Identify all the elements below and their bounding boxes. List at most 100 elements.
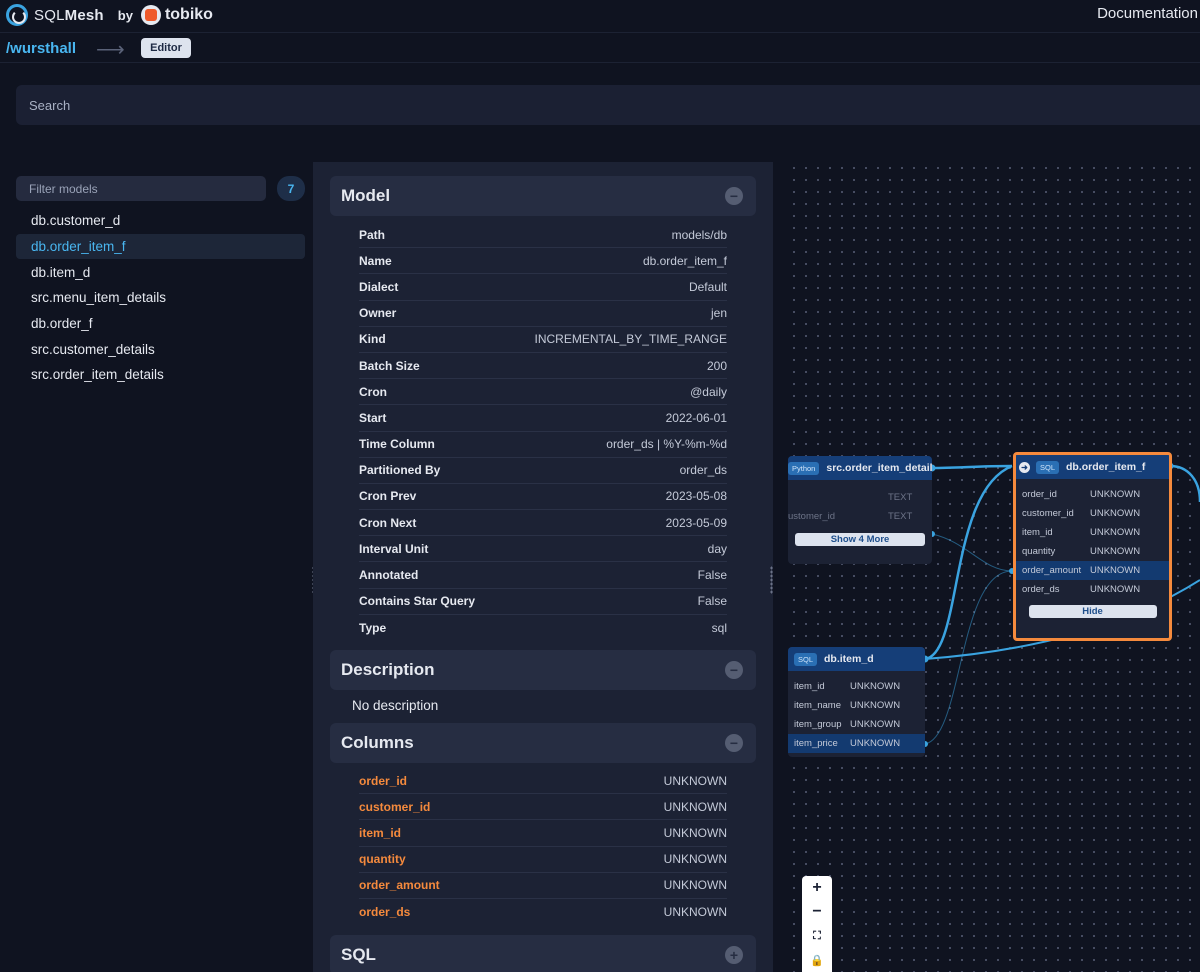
column-name[interactable]: order_id [359, 774, 407, 788]
model-list-item[interactable]: db.order_item_f [16, 233, 305, 260]
property-value: order_ds | %Y-%m-%d [606, 437, 727, 452]
node-column-row[interactable]: item_group UNKNOWN [788, 715, 925, 734]
property-row: Cron Prev 2023-05-08 [359, 484, 727, 511]
documentation-link[interactable]: Documentation [1097, 5, 1198, 22]
expand-icon[interactable]: + [725, 946, 743, 964]
node-column-row[interactable]: item_name UNKNOWN [788, 696, 925, 715]
filter-models-input[interactable]: Filter models [16, 176, 266, 201]
node-column-row[interactable]: order_ds UNKNOWN [1016, 580, 1169, 599]
collapse-icon[interactable]: − [725, 734, 743, 752]
property-key: Interval Unit [359, 541, 429, 556]
description-text: No description [352, 698, 439, 713]
column-name[interactable]: order_ds [359, 905, 410, 919]
property-value: day [707, 541, 727, 556]
model-list-item[interactable]: db.item_d [16, 259, 305, 285]
property-key: Batch Size [359, 358, 420, 373]
sqlmesh-logo-icon[interactable] [6, 4, 28, 26]
property-key: Contains Star Query [359, 594, 476, 609]
editor-button[interactable]: Editor [141, 38, 191, 58]
node-src-order-item-details[interactable]: Python src.order_item_details TEXT ustom… [788, 456, 932, 564]
column-row[interactable]: item_id UNKNOWN [359, 820, 727, 847]
node-column-name: item_group [794, 719, 842, 730]
property-value: INCREMENTAL_BY_TIME_RANGE [534, 332, 728, 347]
column-name[interactable]: customer_id [359, 800, 430, 814]
property-value: False [697, 594, 727, 609]
search-input[interactable]: Search [16, 85, 1200, 125]
node-column-row[interactable]: order_id UNKNOWN [1016, 485, 1169, 504]
model-list-item[interactable]: db.customer_d [16, 208, 305, 234]
property-value: 2022-06-01 [665, 410, 727, 425]
zoom-out-icon[interactable]: − [802, 900, 832, 924]
model-section-header[interactable]: Model − [330, 176, 756, 216]
column-name[interactable]: quantity [359, 852, 406, 866]
hide-button[interactable]: Hide [1028, 605, 1157, 618]
edge-item-to-main [924, 464, 1013, 661]
node-column-row[interactable]: ustomer_id TEXT [788, 507, 932, 526]
tobiko-brand: tobiko [164, 6, 213, 23]
model-list-item[interactable]: src.menu_item_details [16, 285, 305, 311]
node-column-type: UNKNOWN [1090, 527, 1141, 538]
node-column-type: UNKNOWN [1090, 508, 1141, 519]
expand-node-icon[interactable]: ➜ [1019, 461, 1030, 473]
column-row[interactable]: customer_id UNKNOWN [359, 794, 727, 821]
columns-section-header[interactable]: Columns − [330, 723, 756, 763]
node-db-item-d[interactable]: SQL db.item_d item_id UNKNOWN item_name UNK… [788, 647, 925, 757]
property-value: @daily [690, 384, 727, 399]
node-column-name: item_id [794, 681, 825, 692]
sql-section-title: SQL [341, 945, 376, 964]
property-key: Type [359, 620, 387, 635]
show-more-button[interactable]: Show 4 More [795, 533, 925, 546]
node-title[interactable]: db.item_d [824, 653, 874, 665]
right-resize-handle[interactable] [770, 566, 773, 594]
lock-icon[interactable]: 🔒 [802, 948, 832, 972]
node-column-row[interactable]: order_amount UNKNOWN [1016, 561, 1169, 580]
project-link[interactable]: /wursthall [6, 40, 76, 57]
property-key: Partitioned By [359, 463, 441, 478]
column-row[interactable]: order_ds UNKNOWN [359, 899, 727, 925]
node-column-row[interactable]: quantity UNKNOWN [1016, 542, 1169, 561]
property-row: Contains Star Query False [359, 589, 727, 615]
column-type: UNKNOWN [663, 852, 727, 867]
lineage-graph[interactable]: Python src.order_item_details TEXT ustom… [788, 162, 1200, 972]
property-row: Start 2022-06-01 [359, 405, 727, 432]
description-section-header[interactable]: Description − [330, 650, 756, 690]
top-bar: SQLMesh by tobiko Documentation [0, 0, 1200, 30]
node-column-name: item_name [794, 700, 841, 711]
node-column-type: UNKNOWN [850, 719, 901, 730]
model-list-item[interactable]: src.order_item_details [16, 362, 305, 388]
property-row: Batch Size 200 [359, 353, 727, 380]
node-title[interactable]: src.order_item_details [826, 462, 932, 474]
node-db-order-item-f[interactable]: ➜ SQL db.order_item_f order_id UNKNOWN cus… [1013, 452, 1172, 641]
tobiko-logo-icon [140, 5, 161, 25]
column-row[interactable]: order_id UNKNOWN [359, 768, 727, 795]
columns-section-title: Columns [341, 733, 414, 752]
property-row: Type sql [359, 615, 727, 641]
column-name[interactable]: item_id [359, 826, 401, 840]
property-key: Time Column [359, 437, 435, 452]
node-column-row[interactable]: item_id UNKNOWN [788, 677, 925, 696]
fit-view-icon[interactable]: ⛶ [802, 924, 832, 948]
model-count-badge: 7 [277, 176, 305, 201]
node-column-type: UNKNOWN [1090, 565, 1141, 576]
sql-section-header[interactable]: SQL + [330, 935, 756, 972]
model-list-item[interactable]: db.order_f [16, 311, 305, 337]
collapse-icon[interactable]: − [725, 187, 743, 205]
node-column-row[interactable]: item_price UNKNOWN [788, 734, 925, 753]
node-column-row[interactable]: item_id UNKNOWN [1016, 523, 1169, 542]
brand-name[interactable]: SQLMesh [34, 7, 104, 24]
zoom-in-icon[interactable]: + [802, 876, 832, 900]
column-row[interactable]: quantity UNKNOWN [359, 847, 727, 873]
node-column-row[interactable]: customer_id UNKNOWN [1016, 504, 1169, 523]
column-type: UNKNOWN [663, 905, 727, 920]
model-list-item[interactable]: src.customer_details [16, 336, 305, 362]
node-type-tag: SQL [1036, 460, 1060, 474]
collapse-icon[interactable]: − [725, 661, 743, 679]
column-row[interactable]: order_amount UNKNOWN [359, 873, 727, 899]
node-column-row[interactable]: TEXT [788, 488, 932, 507]
column-type: UNKNOWN [663, 799, 727, 814]
column-name[interactable]: order_amount [359, 878, 440, 892]
property-row: Owner jen [359, 301, 727, 327]
node-title[interactable]: db.order_item_f [1066, 461, 1145, 473]
node-column-type: UNKNOWN [850, 738, 901, 749]
path-bar: /wursthall ⟶ Editor [0, 32, 1200, 63]
